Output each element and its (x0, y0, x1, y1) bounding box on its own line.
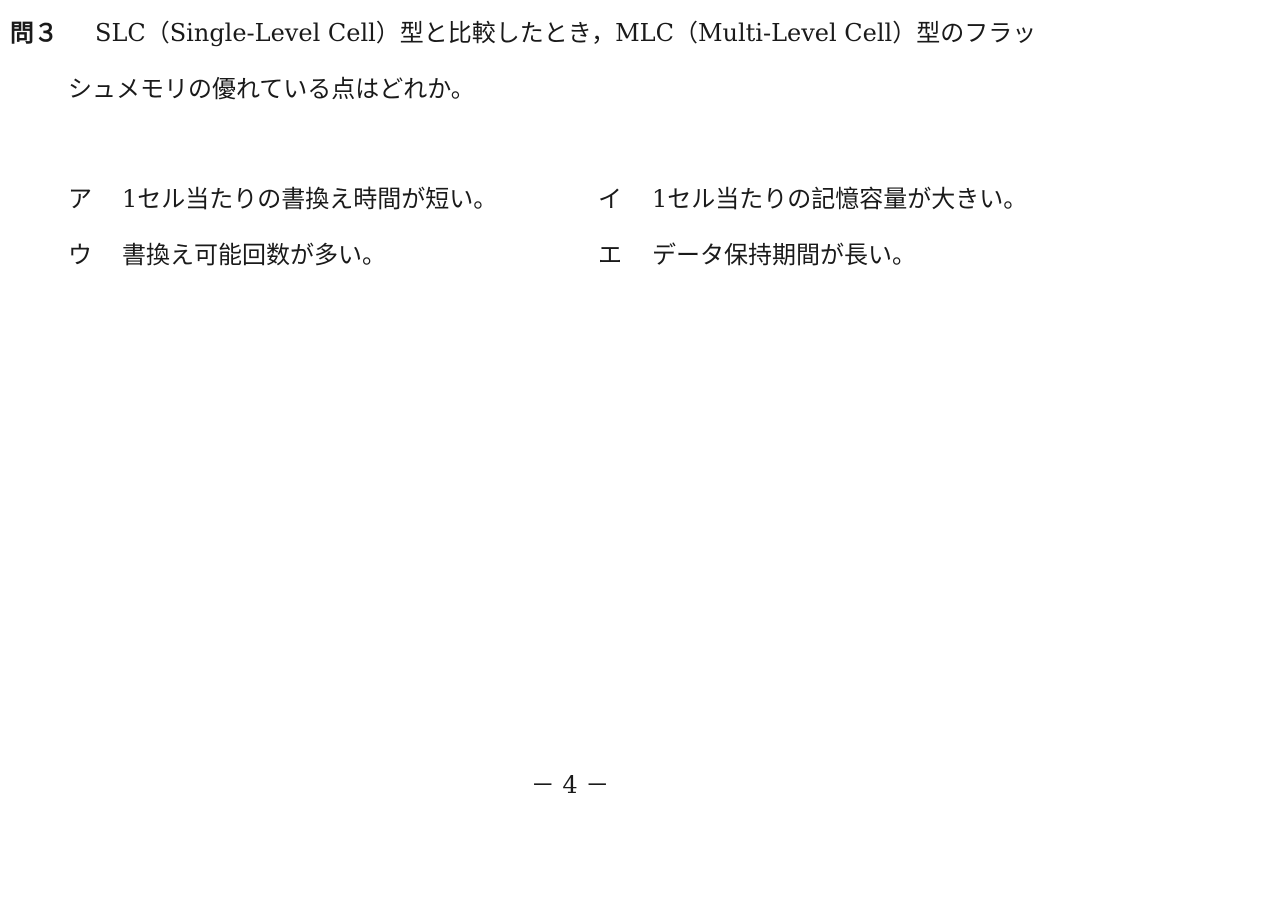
choice-letter: イ (598, 185, 622, 213)
choice-text: 1セル当たりの記憶容量が大きい。 (652, 185, 1028, 213)
choice-e: エ データ保持期間が長い。 (598, 238, 916, 272)
choice-letter: ウ (68, 241, 92, 269)
choice-text: 1セル当たりの書換え時間が短い。 (122, 185, 498, 213)
choice-text: 書換え可能回数が多い。 (122, 241, 386, 269)
choice-text: データ保持期間が長い。 (652, 241, 916, 269)
question-number: 問３ (10, 19, 58, 47)
question-text-line-1: SLC（Single-Level Cell）型と比較したとき，MLC（Multi… (95, 19, 1037, 47)
choice-u: ウ 書換え可能回数が多い。 (68, 238, 386, 272)
question-text-line-2: シュメモリの優れている点はどれか。 (68, 75, 475, 103)
page-number: － 4 － (530, 771, 610, 799)
choice-letter: ア (68, 185, 92, 213)
choice-letter: エ (598, 241, 622, 269)
choice-i: イ 1セル当たりの記憶容量が大きい。 (598, 182, 1027, 216)
choice-a: ア 1セル当たりの書換え時間が短い。 (68, 182, 497, 216)
